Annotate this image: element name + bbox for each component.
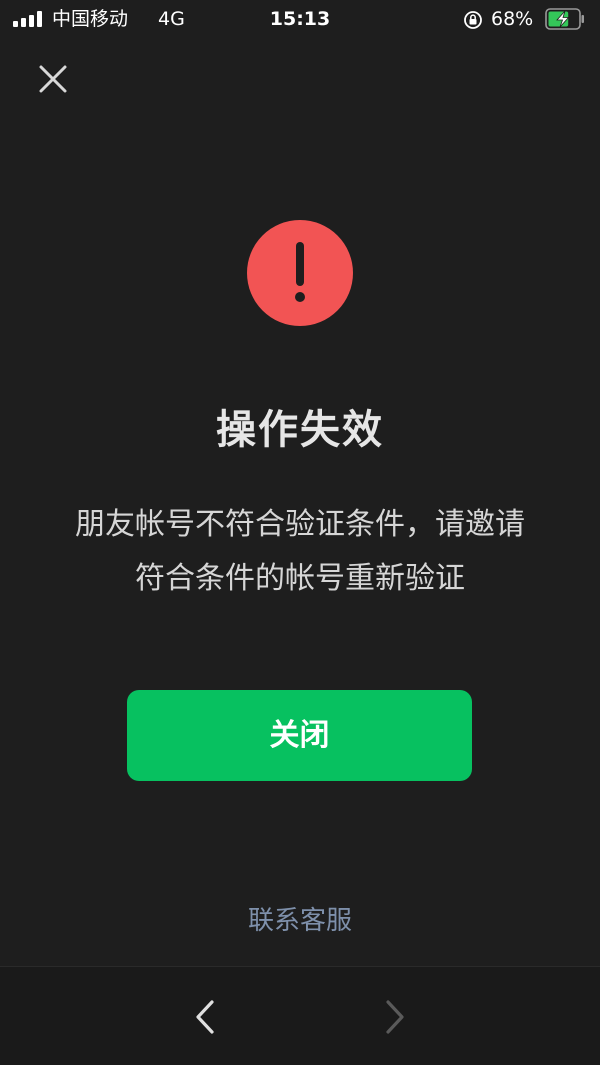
chevron-right-icon <box>386 1000 404 1034</box>
bottom-toolbar <box>0 966 600 1065</box>
close-icon[interactable] <box>32 58 74 100</box>
exclamation-circle-icon <box>247 220 353 326</box>
battery-charging-icon <box>545 8 584 30</box>
page-title: 操作失效 <box>216 407 384 453</box>
contact-support-link[interactable]: 联系客服 <box>0 900 600 942</box>
battery-percent: 68% <box>491 8 534 30</box>
error-message: 朋友帐号不符合验证条件，请邀请符合条件的帐号重新验证 <box>75 507 525 596</box>
chevron-left-icon[interactable] <box>186 995 226 1039</box>
screen: 中国移动 4G 15:13 68% 操作失效 朋友帐号不符合验证条件，请邀请符合… <box>0 0 600 1065</box>
status-bar: 中国移动 4G 15:13 68% <box>0 0 600 40</box>
orientation-lock-icon <box>464 11 482 29</box>
close-button[interactable]: 关闭 <box>127 690 472 781</box>
